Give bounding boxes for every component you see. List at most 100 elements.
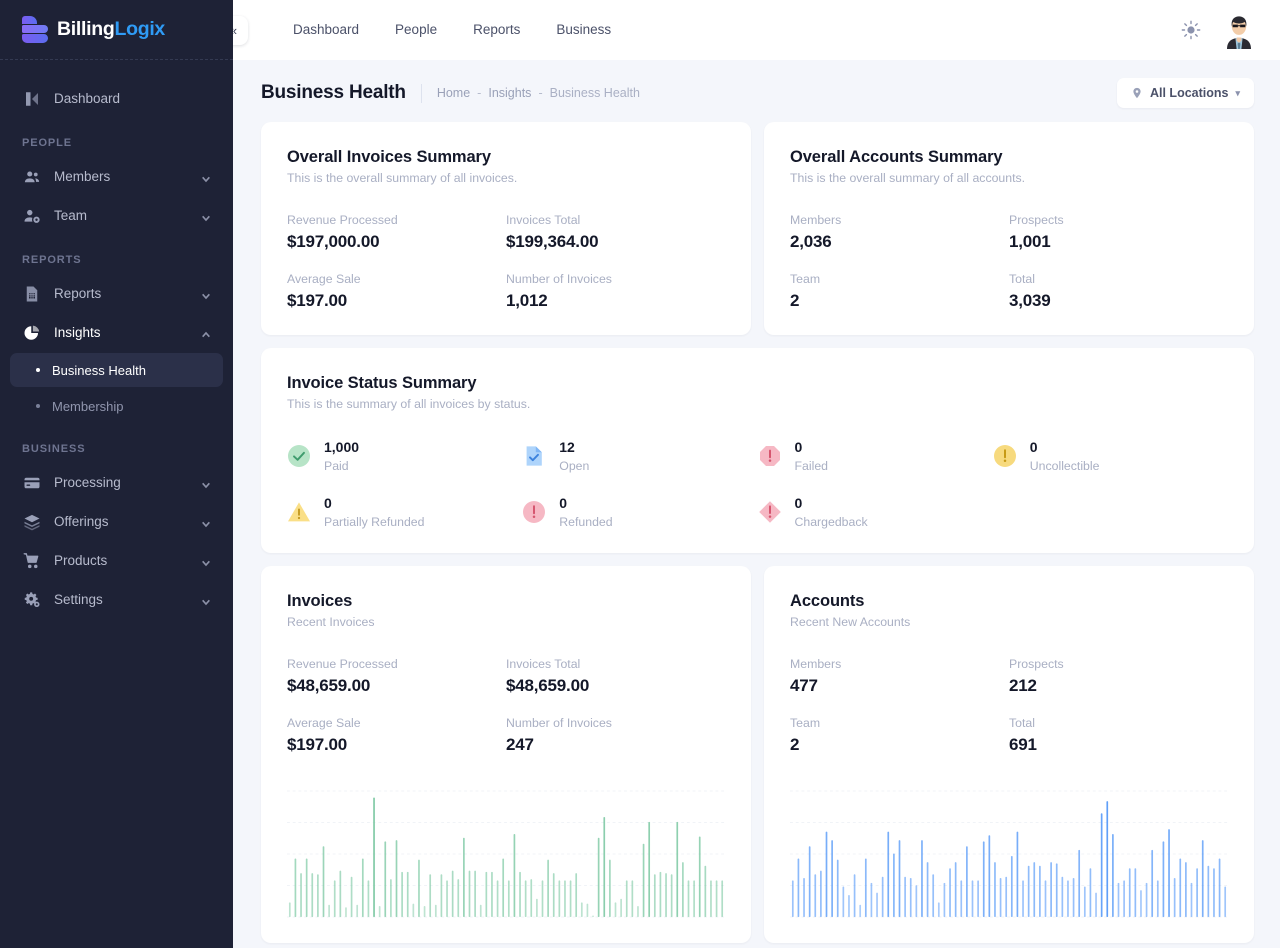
- location-filter-button[interactable]: All Locations ▾: [1116, 78, 1254, 108]
- sidebar-item-membership-label: Membership: [52, 398, 124, 414]
- status-text: 0 Partially Refunded: [324, 495, 424, 529]
- team-icon: [22, 206, 41, 225]
- card-accounts-recent: Accounts Recent New Accounts Members 477…: [764, 566, 1254, 943]
- stat-value: 212: [1009, 676, 1037, 695]
- sidebar-nav: Dashboard PEOPLE Members Team REPORTS Re…: [0, 60, 233, 948]
- status-text: 0 Refunded: [559, 495, 612, 529]
- sidebar-item-offerings[interactable]: Offerings: [10, 503, 223, 540]
- sidebar: BillingLogix Dashboard PEOPLE Members Te…: [0, 0, 233, 948]
- card-overall-invoices-summary: Overall Invoices Summary This is the ove…: [261, 122, 751, 335]
- sidebar-item-insights[interactable]: Insights: [10, 314, 223, 351]
- breadcrumb-insights[interactable]: Insights: [488, 86, 531, 100]
- breadcrumb-current: Business Health: [549, 86, 640, 100]
- chevron-down-icon: [201, 517, 211, 527]
- sidebar-item-membership[interactable]: Membership: [10, 389, 223, 423]
- recent-row: Invoices Recent Invoices Revenue Process…: [261, 566, 1254, 943]
- status-value: 0: [1029, 439, 1038, 455]
- stat-label: Prospects: [1009, 213, 1064, 227]
- chevron-up-icon: [201, 328, 211, 338]
- stat-label: Invoices Total: [506, 657, 581, 671]
- status-empty-slot: [993, 495, 1228, 529]
- stat-prospects: Prospects 1,001: [1009, 213, 1228, 252]
- sidebar-item-settings[interactable]: Settings: [10, 581, 223, 618]
- sidebar-item-members-label: Members: [54, 169, 111, 184]
- status-label: Partially Refunded: [324, 515, 425, 529]
- card-title: Invoices: [287, 592, 353, 610]
- stat-label: Number of Invoices: [506, 272, 612, 286]
- card-subtitle: Recent Invoices: [287, 615, 375, 629]
- status-open: 12 Open: [522, 439, 757, 473]
- card-subtitle: This is the summary of all invoices by s…: [287, 397, 531, 411]
- stat-label: Members: [790, 213, 842, 227]
- sidebar-item-dashboard[interactable]: Dashboard: [10, 80, 223, 117]
- brand-name: BillingLogix: [57, 18, 165, 41]
- sidebar-item-products[interactable]: Products: [10, 542, 223, 579]
- status-label: Paid: [324, 459, 349, 473]
- accounts-sparkline-chart: [790, 789, 1228, 919]
- stat-average-sale: Average Sale $197.00: [287, 716, 506, 755]
- status-grid: 1,000 Paid 12 Open 0 Failed 0 Uncollecti…: [287, 439, 1228, 529]
- sidebar-item-dashboard-label: Dashboard: [54, 91, 121, 106]
- card-subtitle: Recent New Accounts: [790, 615, 911, 629]
- topbar-actions: [1180, 11, 1258, 49]
- layers-icon: [22, 512, 41, 531]
- stat-value: 2: [790, 735, 800, 754]
- stat-grid: Revenue Processed $48,659.00 Invoices To…: [287, 657, 725, 755]
- status-label: Failed: [794, 459, 829, 473]
- members-icon: [22, 167, 41, 186]
- dashboard-content: Overall Invoices Summary This is the ove…: [233, 122, 1280, 948]
- stat-label: Members: [790, 657, 842, 671]
- sidebar-item-processing-label: Processing: [54, 475, 121, 490]
- breadcrumb-separator: -: [538, 86, 543, 100]
- credit-card-icon: [22, 473, 41, 492]
- topnav-people[interactable]: People: [377, 0, 455, 60]
- card-invoices-recent: Invoices Recent Invoices Revenue Process…: [261, 566, 751, 943]
- stat-label: Total: [1009, 272, 1035, 286]
- stat-members: Members 2,036: [790, 213, 1009, 252]
- status-uncollectible: 0 Uncollectible: [993, 439, 1228, 473]
- sun-icon[interactable]: [1180, 19, 1202, 41]
- stat-value: $197.00: [287, 291, 348, 310]
- stat-value: 1,001: [1009, 232, 1051, 251]
- topnav-dashboard[interactable]: Dashboard: [275, 0, 377, 60]
- topnav-business[interactable]: Business: [538, 0, 629, 60]
- stat-label: Team: [790, 272, 821, 286]
- insights-icon: [22, 323, 41, 342]
- stat-label: Prospects: [1009, 657, 1064, 671]
- stat-label: Revenue Processed: [287, 213, 398, 227]
- sidebar-item-reports-label: Reports: [54, 286, 102, 301]
- sidebar-item-reports[interactable]: Reports: [10, 275, 223, 312]
- chevron-down-icon: [201, 172, 211, 182]
- status-refunded: 0 Refunded: [522, 495, 757, 529]
- sidebar-item-team[interactable]: Team: [10, 197, 223, 234]
- topbar: « Dashboard People Reports Business: [219, 0, 1280, 60]
- stat-value: $199,364.00: [506, 232, 599, 251]
- sidebar-item-members[interactable]: Members: [10, 158, 223, 195]
- stat-average-sale: Average Sale $197.00: [287, 272, 506, 311]
- chevron-down-icon: ▾: [1235, 87, 1240, 98]
- sidebar-section-people: PEOPLE: [22, 137, 73, 149]
- topnav-reports[interactable]: Reports: [455, 0, 538, 60]
- status-partially-refunded: 0 Partially Refunded: [287, 495, 522, 529]
- stat-total: Total 691: [1009, 716, 1228, 755]
- top-navigation: Dashboard People Reports Business: [275, 0, 629, 60]
- sidebar-item-products-label: Products: [54, 553, 108, 568]
- stat-value: 247: [506, 735, 534, 754]
- sidebar-item-business-health[interactable]: Business Health: [10, 353, 223, 387]
- avatar[interactable]: [1220, 11, 1258, 49]
- stat-grid: Members 477 Prospects 212 Team 2 Total 6…: [790, 657, 1228, 755]
- sidebar-section-reports: REPORTS: [22, 254, 82, 266]
- breadcrumb-home[interactable]: Home: [437, 86, 470, 100]
- stat-value: $197.00: [287, 735, 348, 754]
- card-title: Overall Accounts Summary: [790, 148, 1003, 166]
- sidebar-item-insights-label: Insights: [54, 325, 101, 340]
- location-filter-label: All Locations: [1149, 86, 1229, 100]
- brand-logo[interactable]: BillingLogix: [0, 0, 233, 60]
- stat-label: Total: [1009, 716, 1035, 730]
- sidebar-item-processing[interactable]: Processing: [10, 464, 223, 501]
- status-value: 0: [794, 439, 803, 455]
- gear-icon: [22, 590, 41, 609]
- stat-label: Number of Invoices: [506, 716, 612, 730]
- card-title: Overall Invoices Summary: [287, 148, 491, 166]
- chevron-down-icon: [201, 595, 211, 605]
